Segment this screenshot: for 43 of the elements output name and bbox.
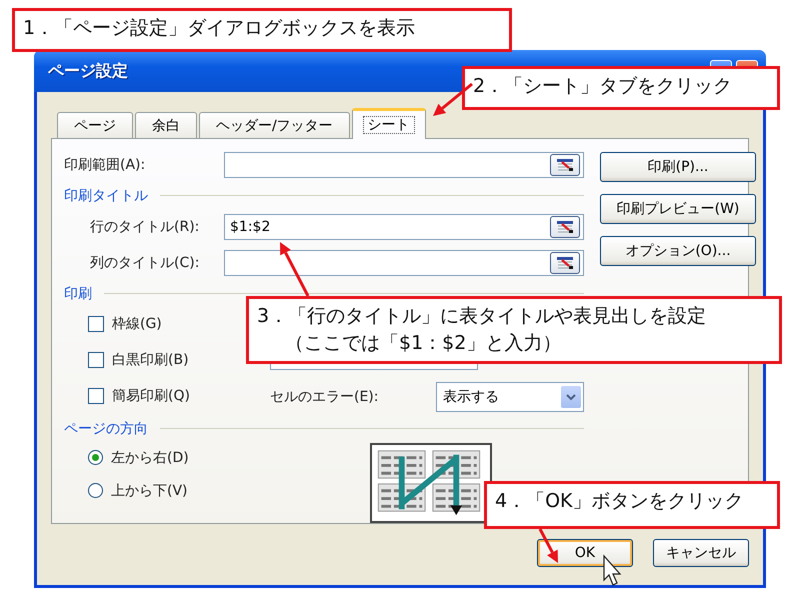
range-picker-icon bbox=[556, 220, 574, 234]
radio-label: 左から右(D) bbox=[111, 448, 189, 467]
input-field[interactable]: $1:$2 bbox=[224, 214, 584, 240]
group-heading: ページの方向 bbox=[64, 416, 584, 442]
tab[interactable]: ページ bbox=[57, 112, 133, 138]
field-label: 印刷範囲(A): bbox=[64, 156, 146, 174]
mouse-cursor-icon bbox=[603, 554, 622, 586]
tab[interactable]: シート bbox=[352, 108, 426, 139]
checkbox[interactable] bbox=[88, 352, 104, 368]
radio-label: 上から下(V) bbox=[111, 482, 188, 500]
callout-text: 2．「シート」タブをクリック bbox=[473, 74, 732, 99]
checkbox[interactable] bbox=[88, 316, 104, 332]
dialog-button[interactable]: オプション(O)... bbox=[600, 236, 756, 266]
callout-text: 4．「OK」ボタンをクリック bbox=[495, 489, 744, 514]
radio-button[interactable] bbox=[88, 450, 103, 466]
callout-text: 3．「行のタイトル」に表タイトルや表見出しを設定 bbox=[257, 304, 706, 329]
input-field[interactable] bbox=[224, 152, 584, 178]
range-picker-button[interactable] bbox=[550, 154, 580, 176]
radio-button[interactable] bbox=[88, 483, 103, 498]
range-picker-icon bbox=[556, 256, 574, 270]
dialog-button[interactable]: OK bbox=[537, 539, 633, 567]
checkbox[interactable] bbox=[88, 388, 104, 404]
group-heading: 印刷タイトル bbox=[64, 183, 584, 208]
checkbox-label: 簡易印刷(Q) bbox=[112, 387, 190, 406]
dropdown[interactable]: 表示する bbox=[436, 382, 584, 412]
range-picker-button[interactable] bbox=[550, 216, 580, 238]
tab[interactable]: 余白 bbox=[135, 112, 197, 138]
checkbox-label: 枠線(G) bbox=[112, 315, 162, 334]
checkbox-label: 白黒印刷(B) bbox=[112, 351, 189, 370]
tab[interactable]: ヘッダー/フッター bbox=[199, 112, 350, 138]
window-title: ページ設定 bbox=[48, 60, 129, 82]
field-label: セルのエラー(E): bbox=[270, 388, 380, 406]
chevron-down-icon bbox=[565, 392, 577, 402]
dialog-button[interactable]: 印刷(P)... bbox=[600, 152, 756, 182]
dialog-button[interactable]: キャンセル bbox=[653, 539, 749, 567]
callout-text: 1．「ページ設定」ダイアログボックスを表示 bbox=[23, 16, 416, 41]
dialog-button[interactable]: 印刷プレビュー(W) bbox=[600, 194, 756, 224]
field-label: 行のタイトル(R): bbox=[90, 218, 200, 236]
callout-text: （ここでは「$1：$2」と入力） bbox=[285, 331, 562, 356]
input-field[interactable] bbox=[224, 250, 584, 276]
range-picker-button[interactable] bbox=[550, 252, 580, 274]
range-picker-icon bbox=[556, 158, 574, 172]
field-label: 列のタイトル(C): bbox=[90, 254, 200, 272]
